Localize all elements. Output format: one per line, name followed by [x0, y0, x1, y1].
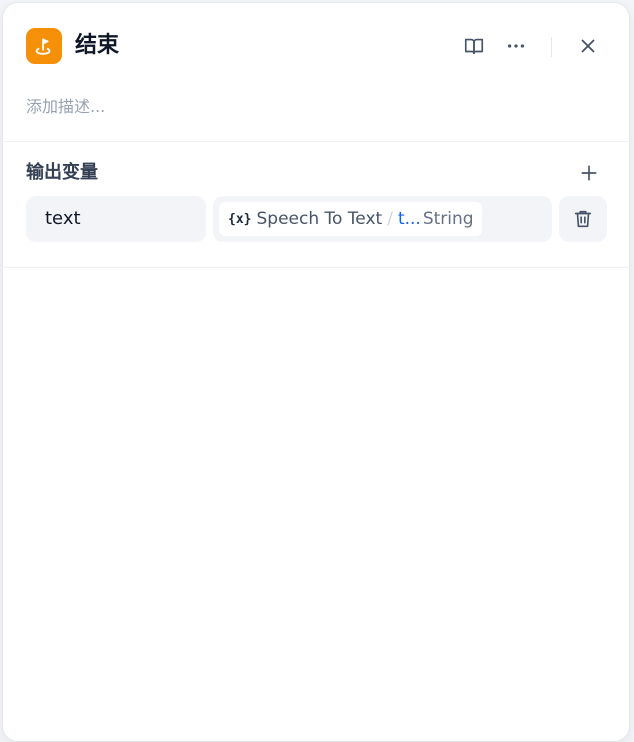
header-divider — [551, 37, 552, 57]
description-divider — [3, 141, 629, 142]
add-output-variable-button[interactable] — [575, 159, 603, 187]
trash-icon — [574, 210, 592, 228]
more-horizontal-icon — [507, 44, 525, 48]
end-node-icon — [26, 28, 62, 64]
reference-node-name: Speech To Text — [256, 209, 383, 229]
panel-header: 结束 — [3, 3, 629, 93]
output-variables-title: 输出变量 — [26, 162, 98, 183]
reference-variable-name: t... — [397, 209, 421, 229]
output-variable-name-input[interactable]: text — [26, 196, 206, 242]
output-variable-reference-picker[interactable]: {x} Speech To Text / t... String — [213, 196, 552, 242]
end-node-panel: 结束 添加描述... 输出变量 text {x} Speech To Text … — [2, 2, 630, 742]
panel-title[interactable]: 结束 — [75, 30, 119, 62]
book-open-icon — [464, 38, 484, 55]
reference-variable-type: String — [422, 209, 474, 229]
description-input[interactable]: 添加描述... — [26, 95, 105, 119]
variable-reference-tag: {x} Speech To Text / t... String — [219, 202, 482, 236]
reference-separator: / — [387, 209, 393, 229]
delete-output-variable-button[interactable] — [559, 196, 607, 242]
close-icon — [581, 39, 595, 53]
help-doc-button[interactable] — [461, 33, 487, 59]
variable-icon: {x} — [228, 211, 252, 227]
section-divider — [3, 267, 629, 268]
more-actions-button[interactable] — [503, 33, 529, 59]
plus-icon — [581, 165, 597, 181]
close-panel-button[interactable] — [575, 33, 601, 59]
